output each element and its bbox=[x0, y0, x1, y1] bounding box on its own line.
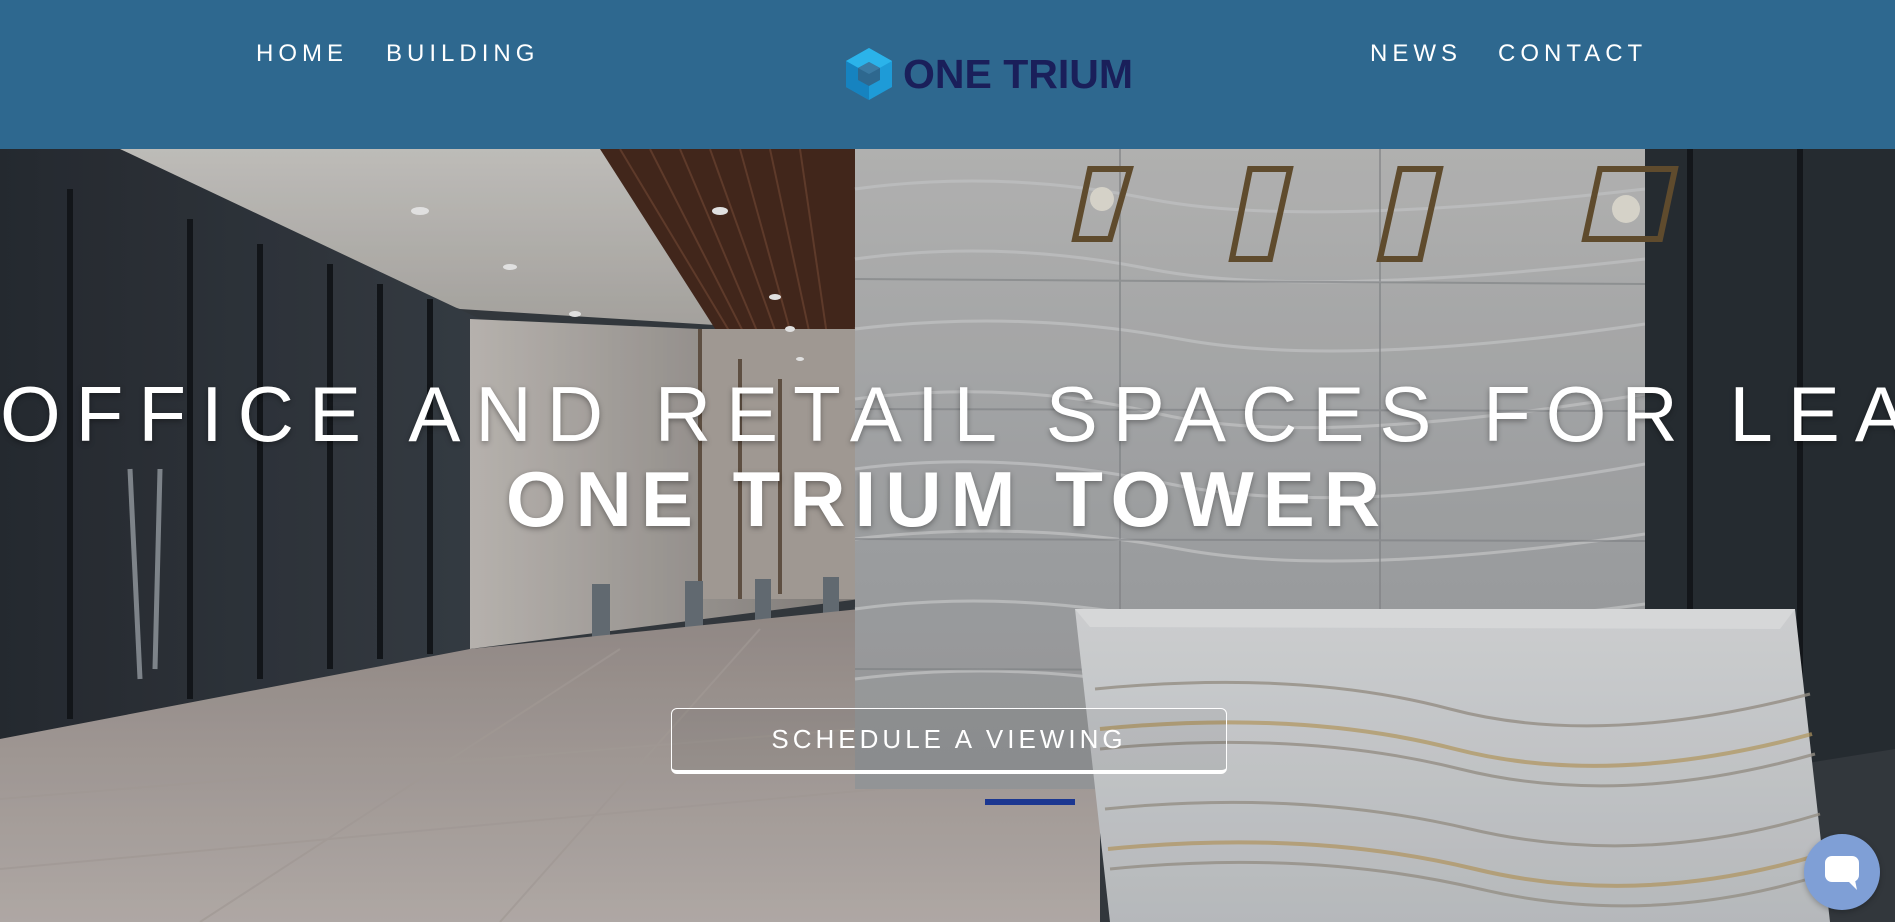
hero-section: OFFICE AND RETAIL SPACES FOR LEASE ONE T… bbox=[0, 149, 1895, 922]
chat-bubble-icon bbox=[1825, 856, 1859, 890]
nav-contact-link[interactable]: CONTACT bbox=[1498, 40, 1647, 68]
chat-widget-button[interactable] bbox=[1804, 834, 1880, 910]
logo-text: ONE TRIUM bbox=[903, 50, 1134, 97]
hero-headline: OFFICE AND RETAIL SPACES FOR LEASE bbox=[0, 370, 1895, 458]
page: HOME BUILDING ONE TRIUM NEWS CONTACT OFF… bbox=[0, 0, 1895, 922]
cube-logo-icon bbox=[846, 48, 892, 100]
schedule-viewing-label: SCHEDULE A VIEWING bbox=[771, 724, 1127, 754]
nav-building-link[interactable]: BUILDING bbox=[386, 40, 539, 68]
nav-home-link[interactable]: HOME bbox=[256, 40, 348, 68]
hero-title: ONE TRIUM TOWER bbox=[505, 455, 1390, 543]
schedule-viewing-button[interactable]: SCHEDULE A VIEWING bbox=[671, 708, 1227, 774]
site-logo[interactable]: ONE TRIUM bbox=[843, 46, 1133, 102]
site-header: HOME BUILDING ONE TRIUM NEWS CONTACT bbox=[0, 0, 1895, 149]
nav-news-link[interactable]: NEWS bbox=[1370, 40, 1462, 68]
